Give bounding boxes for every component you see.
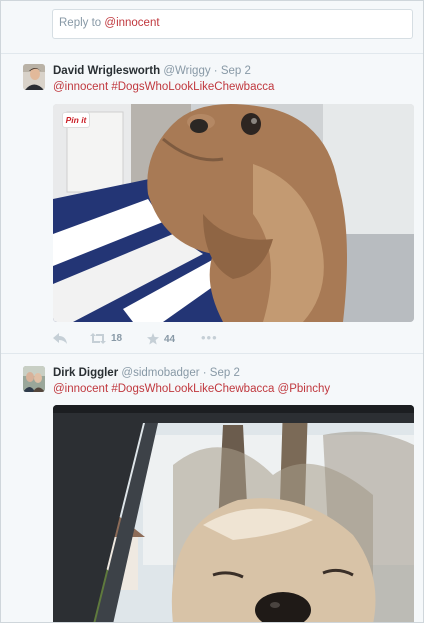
more-icon[interactable]: •••	[201, 330, 218, 345]
user-handle[interactable]: @Wriggy	[163, 65, 210, 77]
tweet-text: @innocent #DogsWhoLookLikeChewbacca @Pbi…	[53, 383, 331, 395]
star-icon	[147, 333, 159, 345]
timeline: Reply to @innocent David Wriglesworth @W…	[0, 0, 424, 623]
user-handle[interactable]: @sidmobadger	[121, 367, 199, 379]
user-name[interactable]: David Wriglesworth	[53, 65, 160, 77]
reply-mention: @innocent	[104, 17, 160, 29]
tweet-text: @innocent #DogsWhoLookLikeChewbacca	[53, 81, 275, 93]
reply-icon[interactable]	[53, 333, 67, 344]
tweet-item[interactable]: Dirk Diggler @sidmobadger · Sep 2 @innoc…	[1, 353, 423, 622]
favorite-button[interactable]: 44	[147, 333, 175, 345]
tweet-time[interactable]: · Sep 2	[203, 367, 240, 379]
reply-input[interactable]: Reply to @innocent	[52, 9, 413, 39]
tweet-header: Dirk Diggler @sidmobadger · Sep 2	[53, 367, 240, 379]
avatar[interactable]	[23, 366, 45, 392]
retweet-count: 18	[111, 333, 123, 344]
dog-car-photo-image	[53, 405, 414, 622]
retweet-button[interactable]: 18	[90, 333, 122, 344]
tweet-photo[interactable]: Pin it	[53, 104, 414, 322]
tweet-item[interactable]: David Wriglesworth @Wriggy · Sep 2 @inno…	[1, 53, 423, 353]
tweet-photo[interactable]	[53, 405, 414, 622]
retweet-icon	[90, 333, 106, 344]
reply-prefix: Reply to	[59, 17, 105, 29]
tweet-time[interactable]: · Sep 2	[214, 65, 251, 77]
favorite-count: 44	[164, 333, 176, 345]
pin-it-button[interactable]: Pin it	[62, 112, 90, 128]
user-name[interactable]: Dirk Diggler	[53, 367, 118, 379]
avatar[interactable]	[23, 64, 45, 90]
tweet-header: David Wriglesworth @Wriggy · Sep 2	[53, 65, 251, 77]
dog-photo-image	[53, 104, 414, 322]
